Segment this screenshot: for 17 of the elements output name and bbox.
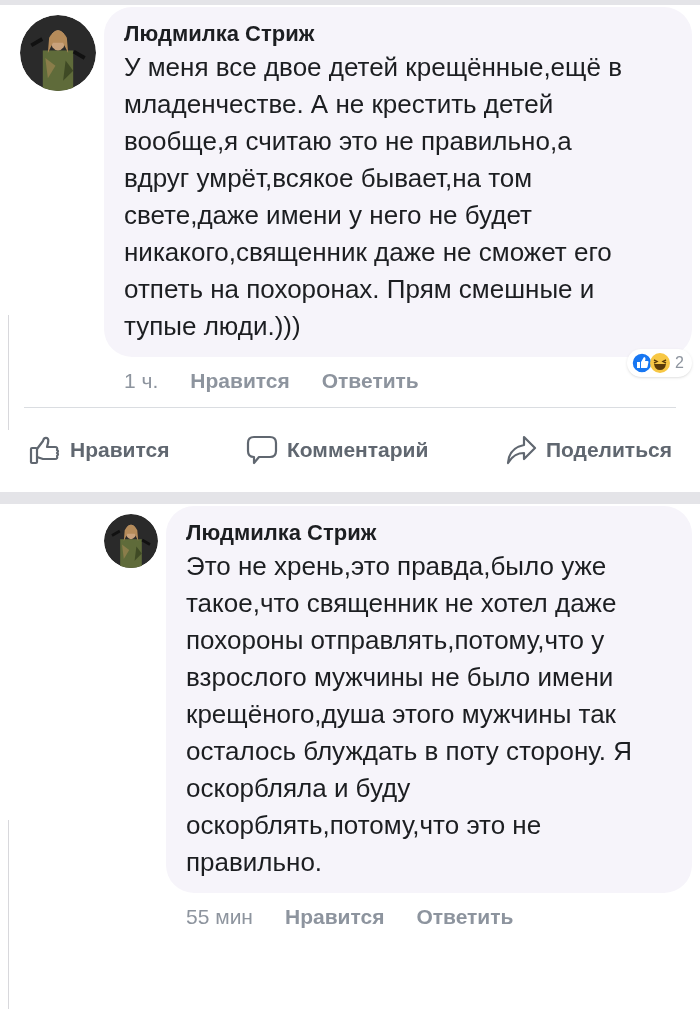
reaction-count: 2 <box>674 353 685 373</box>
like-button[interactable]: Нравится <box>28 432 170 467</box>
like-link[interactable]: Нравится <box>284 900 385 932</box>
comment-button[interactable]: Комментарий <box>245 432 429 467</box>
share-button[interactable]: Поделиться <box>503 432 672 467</box>
like-link[interactable]: Нравится <box>190 365 290 397</box>
reaction-summary[interactable]: 2 <box>627 349 692 377</box>
author-name[interactable]: Людмилка Стриж <box>124 19 672 49</box>
reply-link[interactable]: Ответить <box>321 365 419 397</box>
comment-time: 1 ч. <box>124 368 159 394</box>
laughing-reaction-icon <box>649 352 672 374</box>
comment-text: Это не хрень,это правда,было уже такое,что священник не хотел даже похороны отправлять,потому,что у взрослого мужчины не было имени крещёного,душа этого мужчины так осталось блуждать в поту сторону. Я оскорбляла и буду оскорблять,потому,что это не правильно. <box>186 549 633 879</box>
reply-link[interactable]: Ответить <box>416 900 514 932</box>
comment-time: 55 мин <box>186 903 253 930</box>
author-name[interactable]: Людмилка Стриж <box>186 517 672 548</box>
like-reaction-icon <box>631 352 654 374</box>
comment-text: У меня все двое детей крещённые,ещё в младенчестве. А не крестить детей вообще,я считаю это не правильно,а вдруг умрёт,всякое бывает,на том свете,даже имени у него не будет никакого,священник даже не сможет его отпеть на похоронах. Прям смешные и тупые люди.))) <box>124 51 623 343</box>
